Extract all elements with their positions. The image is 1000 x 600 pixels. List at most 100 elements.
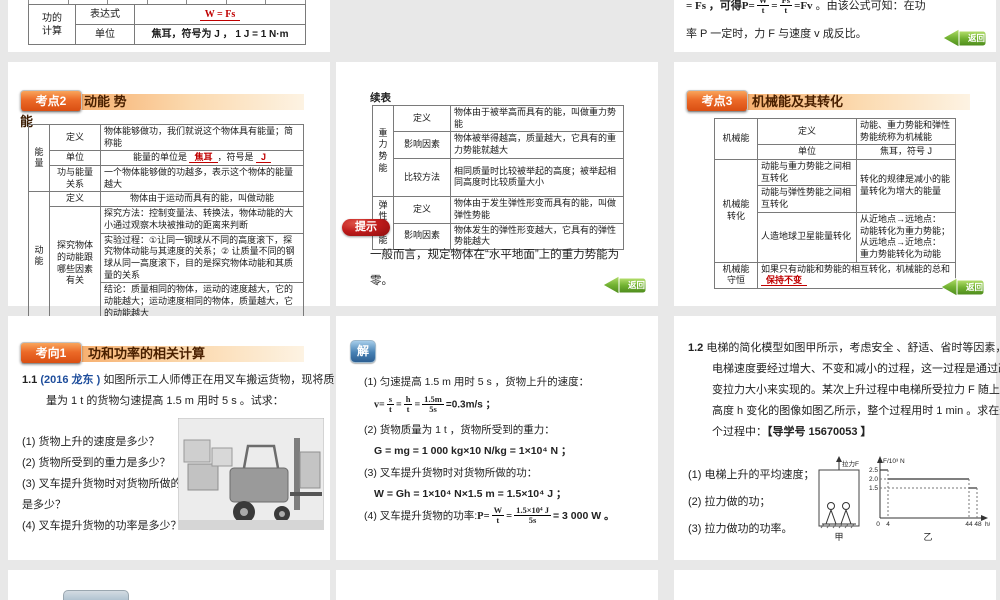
- kaoxiang1-badge: 考向1: [20, 342, 82, 364]
- force-label: 拉力F: [842, 459, 859, 468]
- tip-badge: 提示: [342, 219, 390, 236]
- back-label: 返回: [965, 282, 983, 292]
- problem-stem: 1.2 电梯的简化模型如图甲所示，考虑安全 、舒适、省时等因素，电梯速度要经过增…: [688, 338, 1000, 443]
- section-title-bar: 机械能及其转化: [716, 94, 970, 110]
- row-label: 单位: [49, 150, 101, 167]
- formula-text: =Fv: [794, 0, 813, 12]
- fraction: ht: [403, 394, 413, 415]
- solution-step-2: (2) 货物质量为 1 t ，货物所受到的重力：: [364, 423, 555, 436]
- equals-sign: =: [506, 510, 513, 522]
- kaodian2-badge: 考点2: [20, 90, 82, 112]
- row-label: 定义: [757, 117, 857, 146]
- back-button[interactable]: 返回: [941, 27, 988, 49]
- kaodian3-badge: 考点3: [686, 90, 748, 112]
- table-cell: 如果只有动能和势能的相互转化，机械能的总和 保持不变: [757, 261, 956, 289]
- slide-kaodian3-mechanical-energy[interactable]: 机械能及其转化 考点3 机械能 定义 动能、重力势能和弹性势能统称为机械能 单位…: [674, 62, 996, 306]
- daoxue-number: 【导学号 15670053 】: [767, 426, 872, 438]
- row-label: 定义: [393, 196, 451, 224]
- table-cell: 动能、重力势能和弹性势能统称为机械能: [856, 117, 956, 146]
- slide-solution[interactable]: 解 (1) 匀速提高 1.5 m 用时 5 s ，货物上升的速度： v= s t = h…: [336, 316, 658, 560]
- badge-top-edge: [63, 590, 129, 600]
- table-cell: W = Fs: [134, 4, 306, 25]
- document-canvas: 功的 计算 表达式 W = Fs 单位 焦耳，符号为 J ， 1 J = 1 N…: [0, 0, 1000, 600]
- slide-work-calculation[interactable]: 功的 计算 表达式 W = Fs 单位 焦耳，符号为 J ， 1 J = 1 N…: [8, 0, 330, 52]
- table-cell: 物体由于被举高而具有的能，叫做重力势能: [450, 104, 624, 133]
- gravity-formula: G = mg = 1 000 kg×10 N/kg = 1×10⁴ N ；: [374, 444, 572, 457]
- question-3: (3) 拉力做功的功率。: [688, 523, 793, 535]
- potential-energy-table: 重力势能 定义 物体由于被举高而具有的能，叫做重力势能 影响因素 物体被举得越高…: [372, 104, 624, 250]
- row-label: 比较方法: [393, 157, 451, 198]
- back-button[interactable]: 返回: [601, 274, 648, 296]
- formula-blank: W = Fs: [199, 9, 241, 21]
- row-label: 定义: [49, 191, 101, 208]
- slide-continued-table[interactable]: 续表 重力势能 定义 物体由于被举高而具有的能，叫做重力势能 影响因素 物体被举…: [336, 62, 658, 306]
- formula-text: P=: [741, 0, 755, 12]
- y-axis-label: F/10³ N: [883, 458, 905, 465]
- fraction: 1.5×10⁴ J 5s: [514, 505, 551, 526]
- row-label: 人造地球卫星能量转化: [757, 211, 857, 263]
- table-cell: 探究方法：控制变量法、转换法，物体动能的大小通过观察木块被推动的距离来判断: [100, 206, 304, 234]
- group-label: 机械能 守恒: [714, 261, 758, 289]
- group-label: 能量: [28, 123, 50, 193]
- slide-elevator-problem[interactable]: 1.2 电梯的简化模型如图甲所示，考虑安全 、舒适、省时等因素，电梯速度要经过增…: [674, 316, 1000, 560]
- fraction: Wt: [756, 0, 770, 16]
- row-label: 动能与重力势能之间相互转化: [757, 159, 857, 187]
- tip-text: 一般而言，规定物体在“水平地面”上的重力势能为零。: [370, 249, 620, 287]
- slide-kaoxiang1-forklift-problem[interactable]: 功和功率的相关计算 考向1 1.1 (2016 龙东 ) 如图所示工人师傅正在用…: [8, 316, 334, 560]
- fraction: st: [386, 394, 395, 415]
- slide-power-note[interactable]: = Fs ，可得P= Wt = Fs t =Fv 。由该公式可知：在功 率 P 一定时，力…: [674, 0, 996, 52]
- fraction: Fs t: [779, 0, 793, 16]
- equals-sign: =: [414, 399, 421, 411]
- table-cell: 焦耳，符号为 J ， 1 J = 1 N·m: [134, 24, 306, 45]
- group-label: 功的 计算: [28, 4, 76, 45]
- back-label: 返回: [627, 280, 645, 290]
- table-cell: 物体被举得越高，质量越大，它具有的重力势能就越大: [450, 131, 624, 159]
- x-axis-label: h/m: [985, 521, 990, 528]
- x-tick-0: 0: [876, 521, 880, 528]
- y-tick-2-0: 2.0: [869, 476, 878, 483]
- table-cell: 从近地点→远地点： 动能转化为重力势能； 从远地点→近地点： 重力势能转化为动能: [856, 211, 956, 263]
- solution-step-3: (3) 叉车提升货物时对货物所做的功：: [364, 466, 538, 479]
- y-tick-1-5: 1.5: [869, 485, 878, 492]
- fraction: Wt: [491, 505, 505, 526]
- problem-number: 1.2: [688, 342, 704, 354]
- formula-result: = 3 000 W 。: [552, 509, 615, 522]
- row-label: 探究物体的动能跟哪些因素有关: [49, 206, 101, 322]
- table-cell: 焦耳，符号 J: [856, 144, 956, 161]
- question-1: (1) 电梯上升的平均速度；: [688, 469, 815, 481]
- formula-result: =0.3m/s ；: [445, 399, 496, 411]
- slide-partial-next-1[interactable]: [8, 570, 330, 600]
- table-cell: 物体由于运动而具有的能，叫做动能: [100, 191, 304, 208]
- table-cell: 相同质量时比较被举起的高度；被举起相同高度时比较质量大小: [450, 157, 624, 198]
- back-button[interactable]: 返回: [939, 276, 986, 298]
- mechanical-energy-table: 机械能 定义 动能、重力势能和弹性势能统称为机械能 单位 焦耳，符号 J 机械能…: [714, 117, 956, 289]
- row-label: 影响因素: [393, 131, 451, 159]
- row-label: 定义: [393, 104, 451, 133]
- figure-caption-yi: 乙: [923, 532, 932, 542]
- body-text-line: 率 P 一定时，力 F 与速度 v 成反比。: [686, 28, 867, 40]
- back-label: 返回: [967, 33, 985, 43]
- section-title-bar: 功和功率的相关计算: [50, 346, 304, 362]
- force-height-graph: F/10³ N 2.5 2.0 1.5 0 4 44 48 h/m 乙: [869, 456, 990, 542]
- stem-text: 电梯的简化模型如图甲所示，考虑安全 、舒适、省时等因素，电梯速度要经过增大、不变…: [703, 342, 1000, 438]
- answer-blank: 保持不变: [761, 275, 808, 287]
- formula-text: = Fs ，可得: [686, 0, 742, 12]
- solution-badge: 解: [350, 340, 376, 363]
- table-cell: 能量的单位是 焦耳 ，符号是 J: [100, 150, 304, 167]
- equals-sign: =: [396, 399, 402, 411]
- slide-partial-next-2[interactable]: [336, 570, 658, 600]
- solution-step-1: (1) 匀速提高 1.5 m 用时 5 s ，货物上升的速度：: [364, 376, 590, 388]
- solution-body: (1) 匀速提高 1.5 m 用时 5 s ，货物上升的速度： v= s t = h t =…: [364, 372, 652, 527]
- velocity-formula: v= s t = h t = 1.5m 5s =0.3m/s ；: [374, 394, 496, 415]
- table-cell: 实验过程：①让同一钢球从不同的高度滚下，探究物体动能与其速度的关系；② 让质量不…: [100, 232, 304, 284]
- group-label: 机械能 转化: [714, 159, 758, 263]
- slide-kaodian2-kinetic-potential[interactable]: 动能 势 考点2 能 能量 定义 物体能够做功，我们就说这个物体具有能量；简称能…: [8, 62, 330, 322]
- row-label: 单位: [757, 144, 857, 161]
- section-title-bar: 动能 势: [50, 94, 304, 110]
- slide-partial-next-3[interactable]: [674, 570, 996, 600]
- elevator-diagram: 拉力F 甲: [818, 456, 860, 542]
- power-formula-line: = Fs ，可得P= Wt = Fs t =Fv 。由该公式可知：在功: [686, 0, 986, 16]
- x-tick-44: 44: [965, 521, 973, 528]
- table-cell: 物体能够做功，我们就说这个物体具有能量；简称能: [100, 123, 304, 152]
- answer-blank: J: [256, 152, 272, 164]
